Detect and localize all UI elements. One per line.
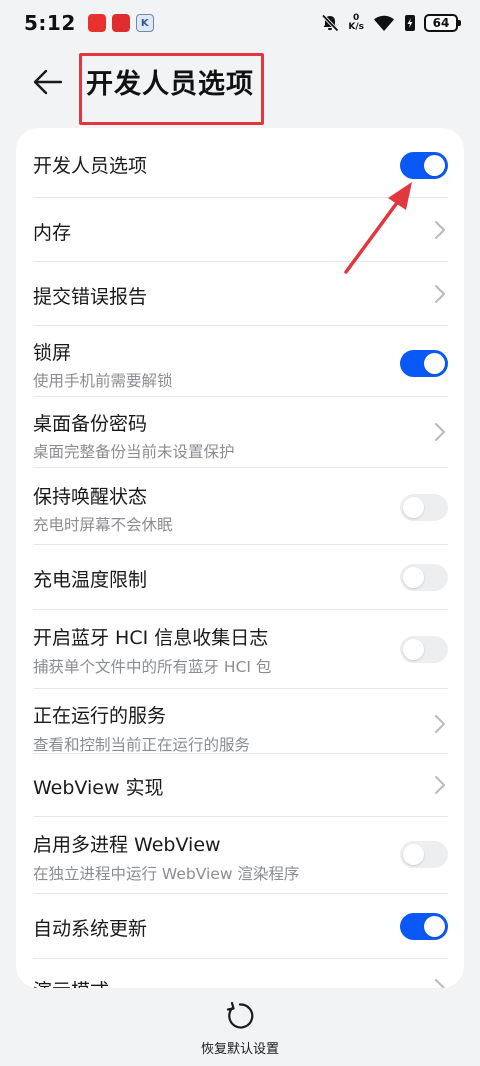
setting-subtitle: 查看和控制当前正在运行的服务 [33, 736, 251, 754]
setting-title: 提交错误报告 [33, 286, 148, 308]
setting-stay-awake[interactable]: 保持唤醒状态 充电时屏幕不会休眠 [16, 468, 464, 544]
chevron-right-icon [435, 423, 445, 441]
toggle-knob [403, 567, 424, 588]
bottom-bar: 恢复默认设置 [0, 992, 480, 1066]
battery-indicator: 64 [424, 14, 461, 32]
k-app-icon: K [135, 14, 154, 32]
setting-title: 演示模式 [33, 976, 109, 988]
chevron-right-icon [435, 979, 445, 988]
bluetooth-hci-log-toggle[interactable] [400, 636, 448, 663]
setting-subtitle: 在独立进程中运行 WebView 渲染程序 [33, 865, 300, 883]
toggle-knob [403, 497, 424, 518]
lock-screen-toggle[interactable] [400, 350, 448, 377]
network-speed-unit: K/s [348, 22, 364, 32]
setting-webview-implementation[interactable]: WebView 实现 [16, 754, 464, 816]
setting-multiprocess-webview[interactable]: 启用多进程 WebView 在独立进程中运行 WebView 渲染程序 [16, 817, 464, 893]
battery-saver-icon [405, 15, 415, 31]
back-button[interactable] [28, 64, 68, 100]
auto-system-update-toggle[interactable] [400, 913, 448, 940]
setting-title: 开启蓝牙 HCI 信息收集日志 [33, 627, 269, 649]
status-bar: 5:12 K 0 K/s 64 [0, 0, 480, 46]
toggle-knob [424, 353, 445, 374]
toggle-knob [403, 844, 424, 865]
chevron-right-icon [435, 285, 445, 303]
status-time: 5:12 [24, 11, 76, 35]
setting-title: 桌面备份密码 [33, 413, 148, 435]
setting-title: 保持唤醒状态 [33, 486, 148, 508]
chevron-right-icon [435, 715, 445, 733]
wifi-icon [374, 15, 394, 31]
multiprocess-webview-toggle[interactable] [400, 841, 448, 868]
pinduoduo-app-icon [87, 14, 106, 32]
mute-bell-icon [322, 14, 340, 32]
setting-bluetooth-hci-log[interactable]: 开启蓝牙 HCI 信息收集日志 捕获单个文件中的所有蓝牙 HCI 包 [16, 610, 464, 688]
status-indicators: 0 K/s 64 [320, 13, 461, 33]
toggle-knob [403, 639, 424, 660]
setting-subtitle: 充电时屏幕不会休眠 [33, 516, 173, 534]
setting-title: 锁屏 [33, 342, 72, 364]
setting-running-services[interactable]: 正在运行的服务 查看和控制当前正在运行的服务 [16, 689, 464, 759]
setting-lock-screen[interactable]: 锁屏 使用手机前需要解锁 [16, 326, 464, 396]
setting-title: 开发人员选项 [33, 155, 148, 177]
setting-title: 充电温度限制 [33, 569, 148, 591]
setting-title: 自动系统更新 [33, 918, 148, 940]
back-arrow-icon [33, 69, 63, 95]
header: 开发人员选项 [0, 46, 480, 126]
page-title: 开发人员选项 [86, 69, 254, 100]
reset-defaults-label: 恢复默认设置 [200, 1042, 279, 1057]
chevron-right-icon [435, 776, 445, 794]
xiaohongshu-app-icon [111, 14, 130, 32]
reset-defaults-button[interactable]: 恢复默认设置 [190, 1000, 290, 1060]
setting-auto-system-update[interactable]: 自动系统更新 [16, 894, 464, 958]
chevron-right-icon [435, 221, 445, 239]
charge-temp-limit-toggle[interactable] [400, 564, 448, 591]
toggle-knob [424, 916, 445, 937]
setting-subtitle: 使用手机前需要解锁 [33, 372, 173, 390]
setting-desktop-backup-password[interactable]: 桌面备份密码 桌面完整备份当前未设置保护 [16, 397, 464, 467]
setting-subtitle: 捕获单个文件中的所有蓝牙 HCI 包 [33, 658, 272, 676]
setting-subtitle: 桌面完整备份当前未设置保护 [33, 443, 235, 461]
setting-title: 内存 [33, 222, 72, 244]
setting-title: WebView 实现 [33, 777, 164, 799]
battery-level: 64 [432, 16, 450, 30]
annotation-arrow-icon [344, 182, 412, 274]
setting-title: 启用多进程 WebView [33, 834, 221, 856]
setting-charge-temp-limit[interactable]: 充电温度限制 [16, 545, 464, 609]
setting-title: 正在运行的服务 [33, 705, 167, 727]
stay-awake-toggle[interactable] [400, 494, 448, 521]
reset-icon [226, 1001, 254, 1029]
network-speed: 0 K/s [348, 14, 364, 32]
setting-demo-mode[interactable]: 演示模式 [16, 959, 464, 988]
